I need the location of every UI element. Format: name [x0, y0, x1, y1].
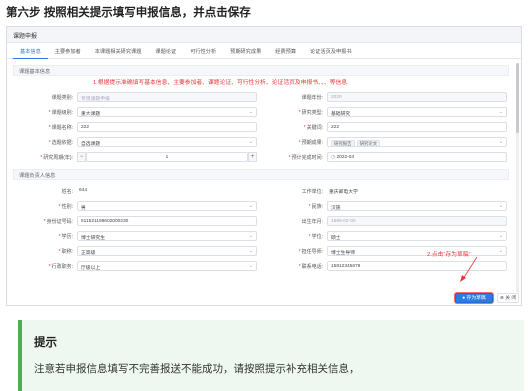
- leader-name-label: 姓名:: [61, 189, 73, 195]
- tab-argumentation[interactable]: 课题论证: [148, 43, 183, 59]
- tab-budget[interactable]: 经费预算: [268, 43, 303, 59]
- outcome-multiselect[interactable]: 研究报告 研究论文 ⌄: [327, 137, 507, 147]
- chevron-down-icon: ⌄: [498, 139, 503, 145]
- tab-participants[interactable]: 主要参加者: [48, 43, 88, 59]
- tab-basic-info[interactable]: 基本信息: [13, 43, 48, 59]
- project-name-input[interactable]: 222: [77, 122, 257, 132]
- form-row: 课题类别: 专项课题申报 课题年份: 2020: [13, 91, 509, 104]
- keyword-label: *关键词:: [303, 125, 323, 131]
- degree-label: *学位:: [308, 234, 323, 240]
- discipline-select[interactable]: 自选课题 ⌄: [77, 137, 257, 147]
- dialog-title: 课题申报: [7, 27, 521, 43]
- level-label: *课题级别:: [48, 110, 73, 116]
- form-row: *性别: 男 ⌄ *民族: 汉族 ⌄: [13, 200, 509, 213]
- finish-label: *预计完成时间:: [288, 155, 323, 161]
- chevron-down-icon: ⌄: [498, 109, 503, 115]
- form-row: *课题级别: 重大课题 ⌄ *研究类型: 基础研究 ⌄: [13, 106, 509, 119]
- unit-value: 重庆邮电大学: [329, 189, 358, 195]
- gender-label: *性别:: [58, 204, 73, 210]
- id-label: *身份证号码:: [43, 219, 73, 225]
- chevron-down-icon: ⌄: [248, 109, 253, 115]
- category-label: 课题类别:: [51, 95, 73, 101]
- increment-button[interactable]: +: [248, 152, 257, 162]
- outcome-tag[interactable]: 研究报告: [331, 139, 355, 146]
- edu-label: *学历:: [58, 234, 73, 240]
- chevron-down-icon: ⌄: [498, 203, 503, 209]
- admin-label: *行政职务:: [48, 264, 73, 270]
- title-select[interactable]: 正高级 ⌄: [77, 246, 257, 256]
- decrement-button[interactable]: −: [77, 152, 86, 162]
- chevron-down-icon: ⌄: [248, 139, 253, 145]
- birth-field: 1986-02-00: [327, 216, 507, 226]
- form-row: *行政职务: 厅级以上 ⌄ *联系电话: 15812345678: [13, 260, 509, 273]
- tip-text: 注意若申报信息填写不完善报送不能成功，请按照提示补充相关信息，: [34, 363, 360, 375]
- tip-box: 提示 注意若申报信息填写不完善报送不能成功，请按照提示补充相关信息，: [18, 320, 524, 391]
- chevron-down-icon: ⌄: [498, 233, 503, 239]
- scrollbar-thumb[interactable]: [516, 63, 519, 133]
- chevron-down-icon: ⌄: [498, 248, 503, 254]
- period-stepper[interactable]: 1: [86, 152, 248, 162]
- finish-date-picker[interactable]: ◷ 2022-04: [327, 152, 507, 162]
- type-select[interactable]: 基础研究 ⌄: [327, 107, 507, 117]
- form-row: *选题依据: 自选课题 ⌄ *预期成果: 研究报告 研究论文 ⌄: [13, 136, 509, 149]
- type-label: *研究类型:: [298, 110, 323, 116]
- chevron-down-icon: ⌄: [248, 203, 253, 209]
- application-dialog: 课题申报 基本信息 主要参加者 本课题相关研究课题 课题论证 可行性分析 预期研…: [6, 26, 522, 306]
- chevron-down-icon: ⌄: [248, 263, 253, 269]
- keyword-input[interactable]: 222: [327, 122, 507, 132]
- phone-label: *联系电话:: [298, 264, 323, 270]
- leader-name-value: 644: [79, 187, 88, 193]
- admin-select[interactable]: 厅级以上 ⌄: [77, 261, 257, 271]
- level-select[interactable]: 重大课题 ⌄: [77, 107, 257, 117]
- unit-label: 工作单位:: [301, 189, 323, 195]
- year-field: 2020: [327, 92, 507, 102]
- close-button[interactable]: ⊗ 关 闭: [497, 293, 519, 303]
- year-label: 课题年份:: [301, 95, 323, 101]
- name-label: *课题名称:: [48, 125, 73, 131]
- chevron-down-icon: ⌄: [248, 233, 253, 239]
- form-row: *学历: 博士研究生 ⌄ *学位: 硕士 ⌄: [13, 230, 509, 243]
- outcome-label: *预期成果:: [298, 140, 323, 146]
- form-row: 姓名: 644 工作单位: 重庆邮电大学: [13, 185, 509, 198]
- step-title: 第六步 按照相关提示填写申报信息，并点击保存: [6, 7, 251, 19]
- nation-select[interactable]: 汉族 ⌄: [327, 201, 507, 211]
- arrow-icon: [460, 256, 478, 282]
- education-select[interactable]: 博士研究生 ⌄: [77, 231, 257, 241]
- id-number-input[interactable]: 511521198602000230: [77, 216, 257, 226]
- category-field: 专项课题申报: [77, 92, 257, 102]
- fill-hint-annotation: 1.根据提示准确填写基本信息、主要参加者、课题论证、可行性分析、论证活页及申报书…: [93, 80, 348, 86]
- form-row: *课题名称: 222 *关键词: 222: [13, 121, 509, 134]
- title-label: *职称:: [58, 249, 73, 255]
- nation-label: *民族:: [308, 204, 323, 210]
- discipline-label: *选题依据:: [48, 140, 73, 146]
- gender-select[interactable]: 男 ⌄: [77, 201, 257, 211]
- tutor-label: *担任导师:: [298, 249, 323, 255]
- section-leader-info: 课题负责人信息: [13, 169, 509, 180]
- chevron-down-icon: ⌄: [248, 248, 253, 254]
- tab-bar: 基本信息 主要参加者 本课题相关研究课题 课题论证 可行性分析 预期研究成果 经…: [7, 43, 521, 59]
- tab-feasibility[interactable]: 可行性分析: [183, 43, 223, 59]
- degree-select[interactable]: 硕士 ⌄: [327, 231, 507, 241]
- save-draft-button[interactable]: ● 存为草稿: [455, 293, 493, 303]
- dialog-body: 课题基本信息 1.根据提示准确填写基本信息、主要参加者、课题论证、可行性分析、论…: [7, 59, 521, 303]
- period-label: *研究周期(年):: [40, 155, 73, 161]
- tip-title: 提示: [34, 337, 57, 349]
- outcome-tag[interactable]: 研究论文: [356, 139, 381, 146]
- birth-label: 出生年月:: [301, 219, 323, 225]
- tab-application-form[interactable]: 论证活页及申报书: [303, 43, 359, 59]
- section-basic-info: 课题基本信息: [13, 65, 509, 76]
- form-row: *研究周期(年): − 1 + *预计完成时间: ◷ 2022-04: [13, 151, 509, 164]
- form-row: *身份证号码: 511521198602000230 出生年月: 1986-02…: [13, 215, 509, 228]
- tab-related-projects[interactable]: 本课题相关研究课题: [88, 43, 149, 59]
- tab-expected-results[interactable]: 预期研究成果: [223, 43, 268, 59]
